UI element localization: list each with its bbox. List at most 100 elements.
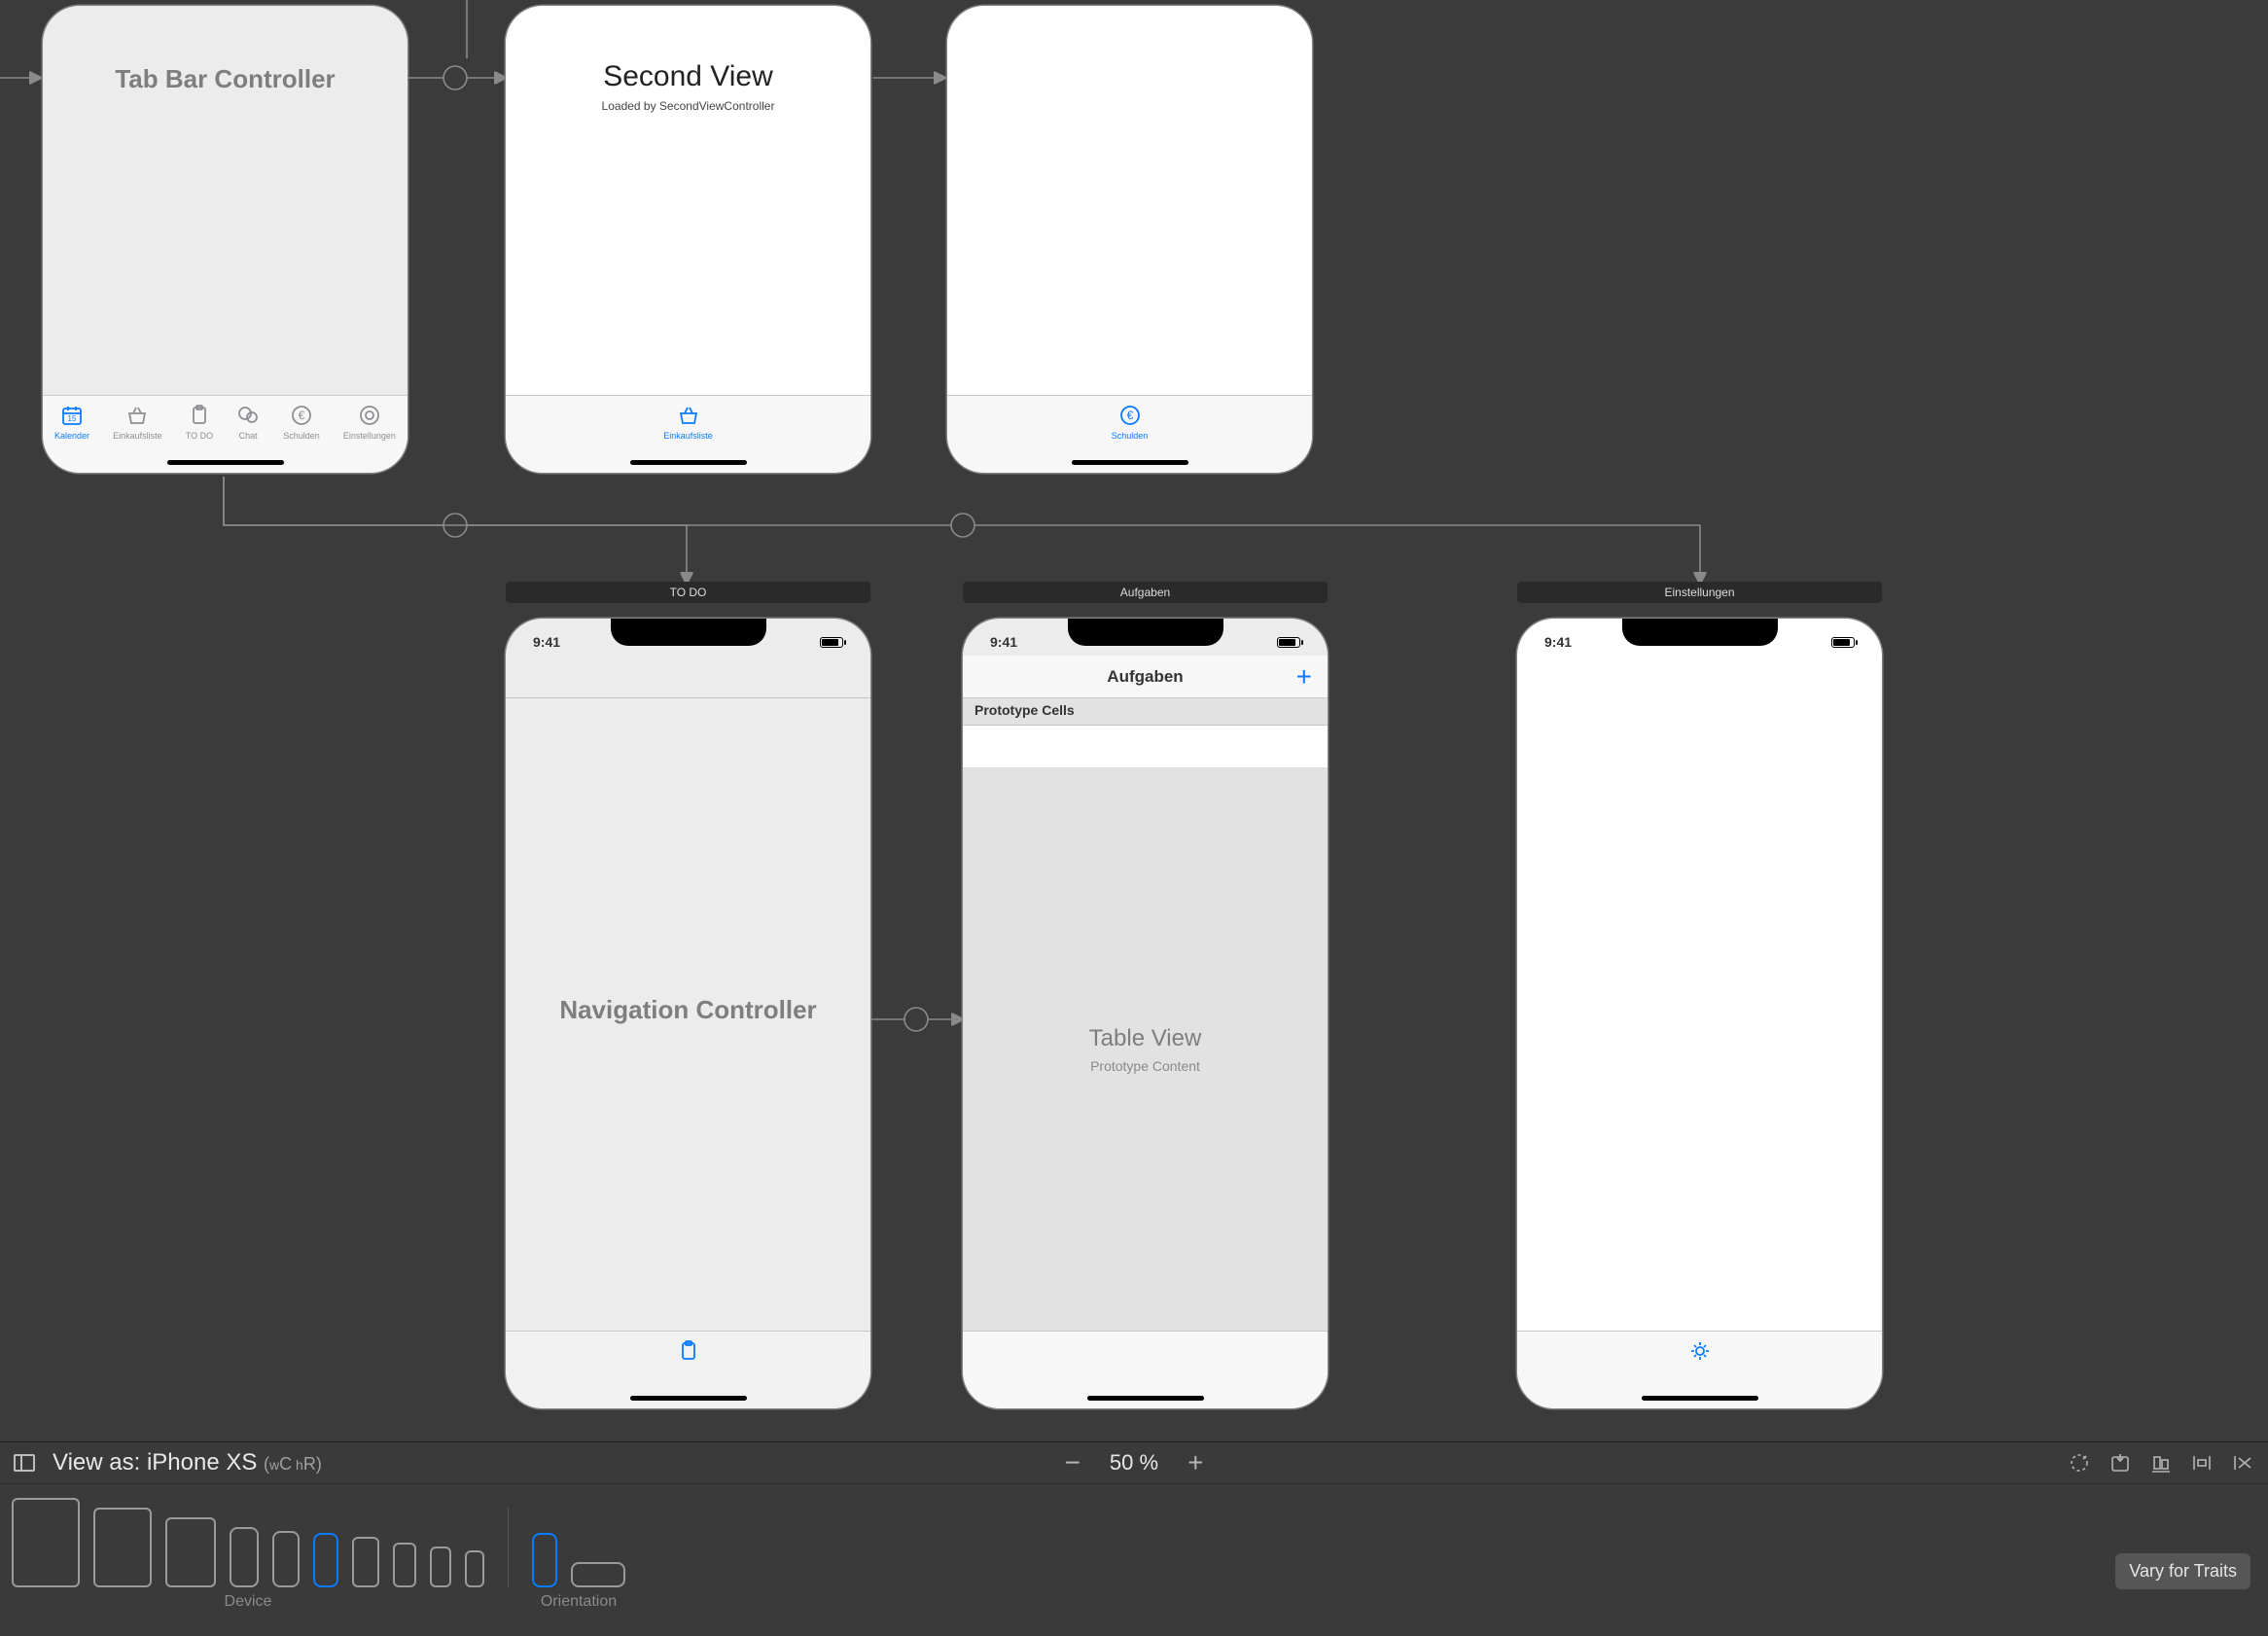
prototype-cells-header: Prototype Cells [963, 698, 1328, 726]
device-notch [1622, 619, 1778, 646]
viewas-label[interactable]: View as: iPhone XS [53, 1449, 257, 1476]
orientation-landscape[interactable] [571, 1562, 625, 1587]
device-notch [611, 619, 766, 646]
tab-todo[interactable] [677, 1339, 700, 1365]
home-indicator [630, 460, 747, 465]
gear-icon [358, 404, 381, 429]
clipboard-icon [188, 404, 211, 429]
prototype-cell[interactable] [963, 726, 1328, 768]
svg-text:€: € [1126, 409, 1133, 422]
orientation-portrait[interactable] [532, 1533, 557, 1587]
scene-einstellungen[interactable]: 9:41 [1517, 619, 1882, 1408]
tab-label: Einstellungen [343, 431, 396, 441]
viewas-row: View as: iPhone XS (wC hR) − 50 % + [0, 1441, 2268, 1484]
home-indicator [167, 460, 284, 465]
orientation-group: Orientation [532, 1533, 625, 1611]
panel-toggle-icon[interactable] [14, 1454, 35, 1472]
storyboard-canvas[interactable]: Tab Bar Controller 15 Kalender Einkaufsl… [0, 0, 2268, 1441]
device-ipad-pro-12[interactable] [12, 1498, 80, 1587]
group-divider [508, 1508, 509, 1587]
zoom-out-button[interactable]: − [1065, 1447, 1081, 1478]
scene-aufgaben-tableview[interactable]: 9:41 Aufgaben + Prototype Cells Table Vi… [963, 619, 1328, 1408]
battery-icon [1831, 637, 1855, 648]
tab-label: Schulden [1112, 431, 1149, 441]
navigation-controller-title: Navigation Controller [559, 995, 816, 1025]
device-iphone-xs-max[interactable] [230, 1527, 259, 1587]
device-notch [1068, 619, 1223, 646]
status-time: 9:41 [990, 634, 1017, 650]
nav-bar[interactable] [506, 656, 870, 698]
tableview-placeholder-subtitle: Prototype Content [1090, 1058, 1200, 1074]
device-iphone-4s[interactable] [465, 1550, 484, 1587]
device-iphone-xs[interactable] [313, 1533, 338, 1587]
device-group-label: Device [225, 1593, 272, 1611]
tableview-placeholder-title: Table View [1089, 1025, 1202, 1052]
tab-kalender[interactable]: 15 Kalender [54, 404, 89, 441]
tab-einstellungen[interactable] [1688, 1339, 1712, 1365]
device-iphone-xr[interactable] [272, 1531, 300, 1587]
second-view-subtitle: Loaded by SecondViewController [602, 99, 775, 113]
tab-einkaufsliste[interactable]: Einkaufsliste [663, 404, 713, 441]
scene-label-einstellungen[interactable]: Einstellungen [1517, 582, 1882, 603]
device-config-bar: View as: iPhone XS (wC hR) − 50 % + [0, 1441, 2268, 1636]
scene-navigation-controller[interactable]: 9:41 Navigation Controller [506, 619, 870, 1408]
device-ipad-pro-11[interactable] [93, 1508, 152, 1587]
euro-icon: € [290, 404, 313, 429]
home-indicator [630, 1396, 747, 1401]
tab-schulden[interactable]: € Schulden [1112, 404, 1149, 441]
tabbar-controller-title: Tab Bar Controller [115, 64, 335, 94]
zoom-value[interactable]: 50 % [1110, 1450, 1158, 1476]
scene-label-aufgaben[interactable]: Aufgaben [963, 582, 1328, 603]
second-view-title: Second View [603, 60, 773, 93]
zoom-in-button[interactable]: + [1187, 1447, 1203, 1478]
size-class-hint: (wC hR) [264, 1454, 322, 1474]
tab-label: Chat [239, 431, 258, 441]
scene-label-todo[interactable]: TO DO [506, 582, 870, 603]
scene-tabbar-controller[interactable]: Tab Bar Controller 15 Kalender Einkaufsl… [43, 6, 408, 473]
svg-text:15: 15 [68, 414, 77, 423]
battery-icon [1277, 637, 1300, 648]
update-frames-icon[interactable] [2068, 1451, 2091, 1475]
vary-for-traits-button[interactable]: Vary for Traits [2115, 1553, 2250, 1589]
tab-label: Kalender [54, 431, 89, 441]
pin-constraints-icon[interactable] [2190, 1451, 2214, 1475]
device-row: Device Orientation [0, 1484, 2268, 1611]
tab-label: Einkaufsliste [663, 431, 713, 441]
embed-in-icon[interactable] [2109, 1451, 2132, 1475]
home-indicator [1087, 1396, 1204, 1401]
battery-icon [820, 637, 843, 648]
tab-einkaufsliste[interactable]: Einkaufsliste [113, 404, 162, 441]
tab-chat[interactable]: Chat [236, 404, 260, 441]
tab-label: TO DO [186, 431, 213, 441]
status-time: 9:41 [1544, 634, 1572, 650]
orientation-group-label: Orientation [541, 1593, 617, 1611]
scene-second-view[interactable]: Second View Loaded by SecondViewControll… [506, 6, 870, 473]
nav-bar[interactable]: Aufgaben + [963, 656, 1328, 698]
basket-icon [125, 404, 149, 429]
scene-schulden[interactable]: € Schulden [947, 6, 1312, 473]
device-ipad[interactable] [165, 1517, 216, 1587]
device-group: Device [12, 1498, 484, 1611]
chat-icon [236, 404, 260, 429]
basket-icon [677, 404, 700, 429]
nav-title: Aufgaben [1107, 667, 1183, 687]
euro-icon: € [1118, 404, 1142, 429]
tab-einstellungen[interactable]: Einstellungen [343, 404, 396, 441]
gear-icon [1688, 1339, 1712, 1365]
tab-schulden[interactable]: € Schulden [283, 404, 320, 441]
home-indicator [1072, 460, 1188, 465]
device-iphone-se[interactable] [430, 1547, 451, 1587]
home-indicator [1642, 1396, 1758, 1401]
tab-label: Einkaufsliste [113, 431, 162, 441]
clipboard-icon [677, 1339, 700, 1365]
tab-todo[interactable]: TO DO [186, 404, 213, 441]
calendar-icon: 15 [60, 404, 84, 429]
align-icon[interactable] [2149, 1451, 2173, 1475]
add-button[interactable]: + [1296, 663, 1312, 691]
status-time: 9:41 [533, 634, 560, 650]
tab-label: Schulden [283, 431, 320, 441]
device-iphone-8-plus[interactable] [352, 1537, 379, 1587]
device-iphone-8[interactable] [393, 1543, 416, 1587]
svg-text:€: € [299, 409, 305, 422]
resolve-constraints-icon[interactable] [2231, 1451, 2254, 1475]
